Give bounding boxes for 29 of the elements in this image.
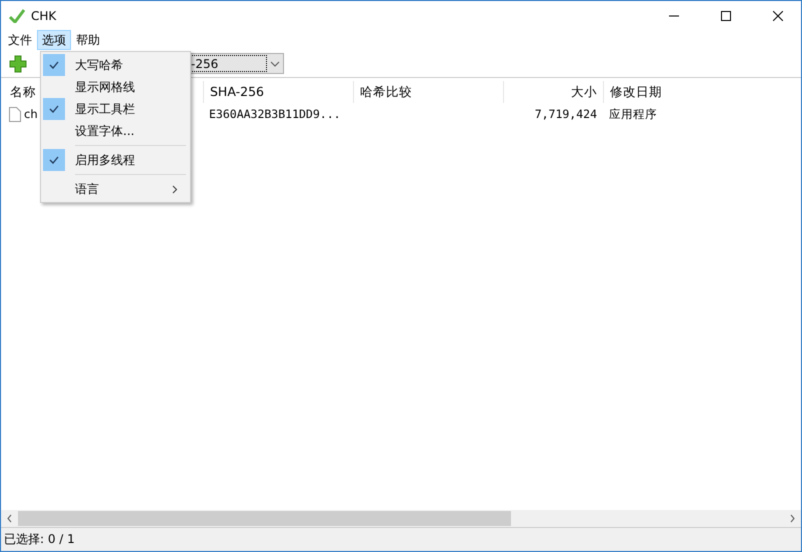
menu-option[interactable]: 语言 bbox=[43, 178, 188, 200]
menu-option[interactable]: 显示工具栏 bbox=[43, 98, 188, 120]
window-title: CHK bbox=[31, 8, 58, 22]
menu-option[interactable]: 大写哈希 bbox=[43, 54, 188, 76]
table-cell: E360AA32B3B11DD9... bbox=[209, 107, 341, 121]
menu-item[interactable]: 文件 bbox=[3, 30, 37, 50]
menu-option[interactable]: 设置字体... bbox=[43, 120, 188, 142]
check-icon bbox=[49, 105, 59, 113]
maximize-icon bbox=[721, 10, 731, 20]
column-header[interactable]: SHA-256 bbox=[203, 81, 353, 103]
column-header[interactable]: 大小 bbox=[503, 81, 603, 103]
table-cell: 应用程序 bbox=[609, 106, 657, 122]
check-icon bbox=[49, 156, 59, 164]
check-logo-icon bbox=[9, 8, 25, 22]
add-icon[interactable] bbox=[9, 54, 27, 72]
chevron-right-icon bbox=[172, 184, 178, 194]
column-header[interactable]: 哈希比较 bbox=[353, 81, 503, 103]
menu-option[interactable]: 显示网格线 bbox=[43, 76, 188, 98]
scrollbar-thumb[interactable] bbox=[18, 511, 511, 526]
menu-option[interactable]: 启用多线程 bbox=[43, 149, 188, 171]
close-icon bbox=[773, 10, 783, 20]
menu-item[interactable]: 选项 bbox=[37, 30, 71, 50]
table-cell: ch bbox=[24, 107, 38, 121]
table-cell: 7,719,424 bbox=[534, 107, 597, 121]
check-icon bbox=[49, 61, 59, 69]
status-text: 已选择: 0 / 1 bbox=[4, 531, 75, 548]
file-icon bbox=[9, 106, 21, 122]
menu-item[interactable]: 帮助 bbox=[71, 30, 105, 50]
column-header[interactable]: 修改日期 bbox=[603, 81, 801, 103]
